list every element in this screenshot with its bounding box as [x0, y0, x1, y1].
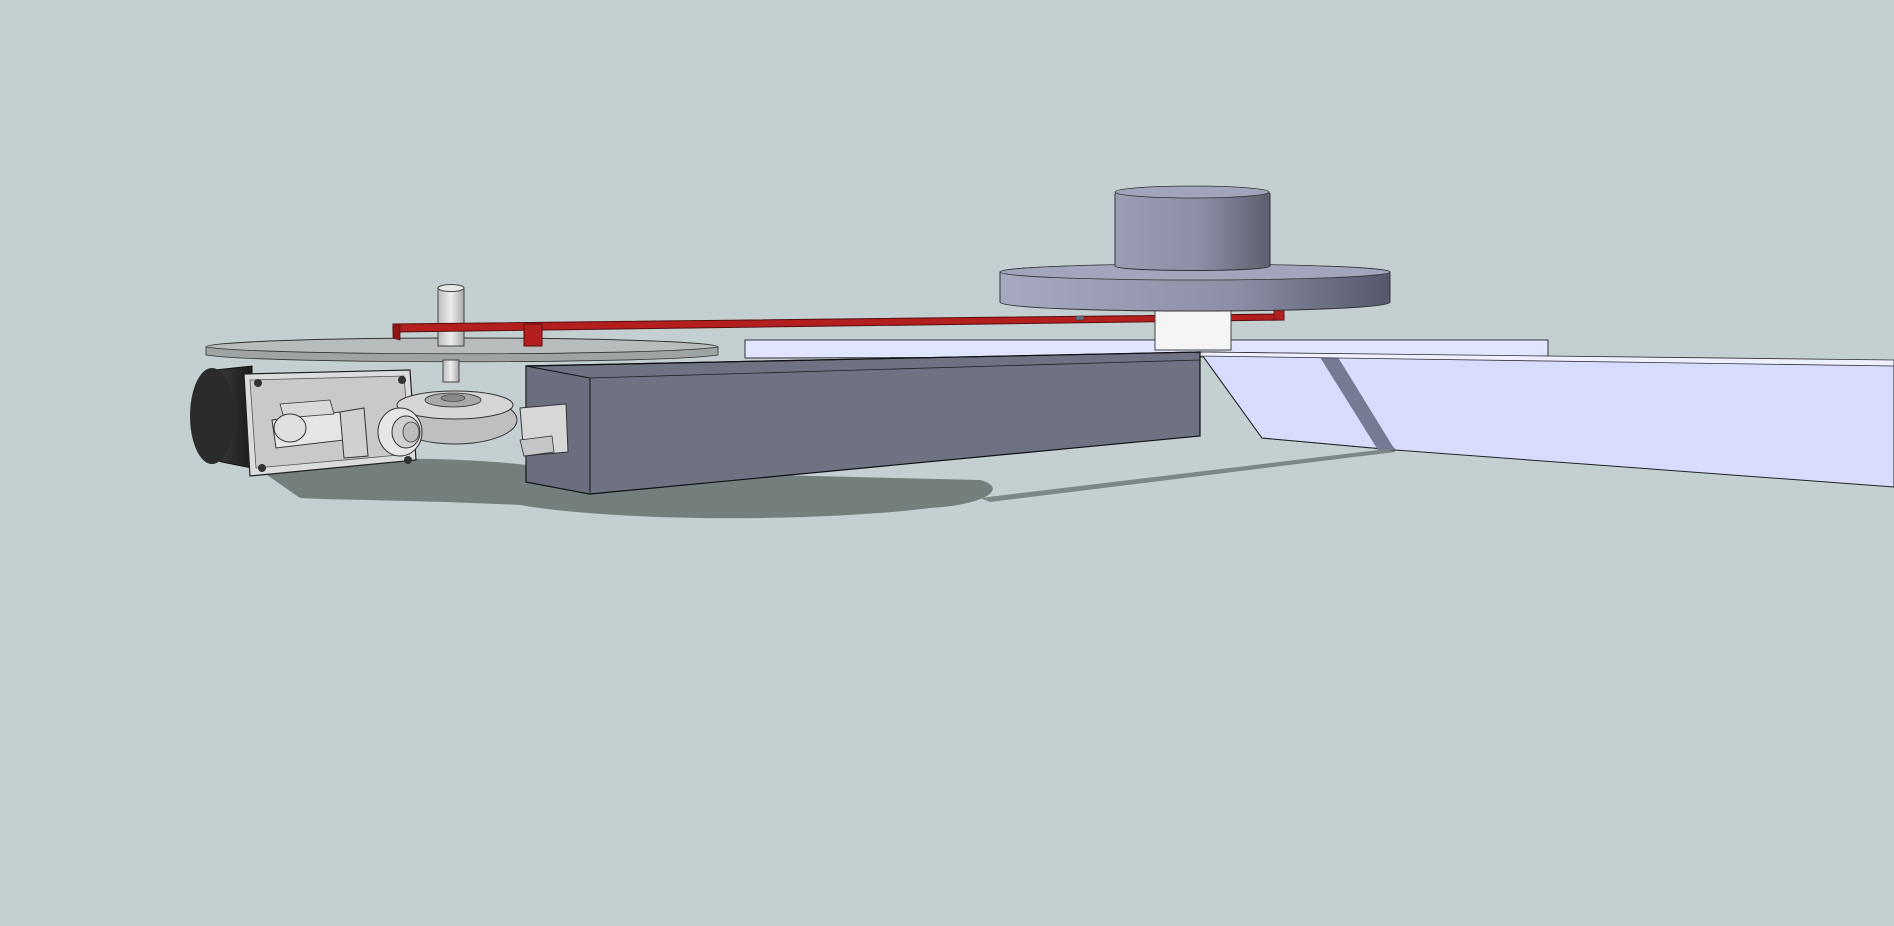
3d-model-viewport[interactable] — [0, 0, 1894, 926]
drive-shaft[interactable] — [437, 284, 465, 383]
white-spacer — [1154, 305, 1232, 351]
worm-gearbox[interactable] — [243, 369, 569, 477]
drive-motor[interactable] — [190, 365, 253, 469]
flanged-hub[interactable] — [999, 185, 1391, 351]
support-beam[interactable] — [525, 351, 1201, 495]
model-scene[interactable] — [0, 0, 1894, 926]
